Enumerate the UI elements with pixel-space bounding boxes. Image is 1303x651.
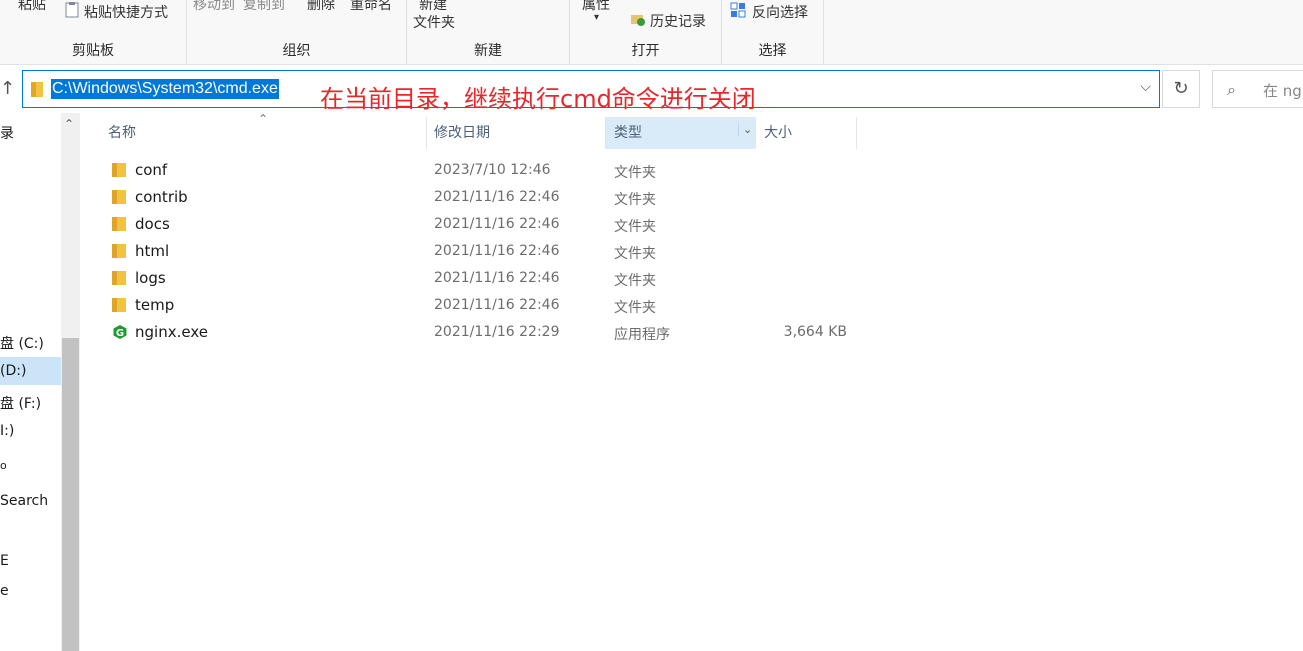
sort-ascending-icon: ⌃ <box>258 112 269 126</box>
search-input[interactable]: 在 ngi <box>1263 80 1303 101</box>
file-type: 应用程序 <box>614 327 670 343</box>
new-group-label: 新建 <box>474 43 502 59</box>
paste-button[interactable]: 粘贴 <box>18 0 46 14</box>
column-divider[interactable] <box>856 117 857 149</box>
file-type: 文件夹 <box>614 165 656 181</box>
column-divider[interactable] <box>605 117 606 149</box>
open-group: 属性 ▾ 历史记录 打开 <box>570 0 722 65</box>
select-group: 反向选择 选择 <box>722 0 824 65</box>
move-to-button[interactable]: 移动到 <box>193 0 235 14</box>
nav-item[interactable]: e <box>0 583 9 599</box>
file-date: 2021/11/16 22:46 <box>434 270 560 286</box>
file-row[interactable]: Gnginx.exe 2021/11/16 22:29 应用程序 3,664 KB <box>100 319 860 346</box>
file-name: nginx.exe <box>135 323 208 341</box>
column-header-name[interactable]: 名称 <box>108 117 136 149</box>
file-name: contrib <box>135 188 188 206</box>
file-row[interactable]: contrib 2021/11/16 22:46 文件夹 <box>100 184 860 211</box>
paste-shortcut-button[interactable]: 粘贴快捷方式 <box>84 2 168 22</box>
chevron-down-icon[interactable]: ⌄ <box>738 123 752 136</box>
file-date: 2021/11/16 22:29 <box>434 324 560 340</box>
folder-icon <box>112 243 126 259</box>
invert-selection-button[interactable]: 反向选择 <box>752 2 808 22</box>
new-group: 新建 文件夹 新建 <box>407 0 570 65</box>
column-divider[interactable] <box>426 117 427 149</box>
file-type: 文件夹 <box>614 273 656 289</box>
select-group-label: 选择 <box>758 43 787 59</box>
clipboard-group: 粘贴 粘贴快捷方式 剪贴板 <box>0 0 187 65</box>
chevron-down-icon[interactable]: ⌵ <box>1140 79 1151 95</box>
file-type: 文件夹 <box>614 192 656 208</box>
file-type: 文件夹 <box>614 300 656 316</box>
svg-text:G: G <box>116 328 124 339</box>
file-row[interactable]: logs 2021/11/16 22:46 文件夹 <box>100 265 860 292</box>
file-row[interactable]: docs 2021/11/16 22:46 文件夹 <box>100 211 860 238</box>
file-name: logs <box>135 269 166 287</box>
folder-icon <box>112 270 126 286</box>
address-path[interactable]: C:\Windows\System32\cmd.exe <box>51 79 279 99</box>
file-date: 2023/7/10 12:46 <box>434 162 551 178</box>
history-button[interactable]: 历史记录 <box>650 11 706 31</box>
new-folder-button-line2[interactable]: 文件夹 <box>413 12 455 32</box>
organize-group-label: 组织 <box>282 43 311 59</box>
file-name: conf <box>135 161 168 179</box>
file-type: 文件夹 <box>614 219 656 235</box>
file-row[interactable]: html 2021/11/16 22:46 文件夹 <box>100 238 860 265</box>
file-name: docs <box>135 215 170 233</box>
nav-item-drive[interactable]: I:) <box>0 423 14 439</box>
scrollbar-thumb[interactable] <box>62 338 79 651</box>
nav-item[interactable]: E <box>0 553 9 569</box>
nav-item-drive-f[interactable]: 盘 (F:) <box>0 393 41 413</box>
copy-to-button[interactable]: 复制到 <box>243 0 285 14</box>
refresh-icon[interactable]: ↻ <box>1162 70 1200 108</box>
file-type: 文件夹 <box>614 246 656 262</box>
file-date: 2021/11/16 22:46 <box>434 297 560 313</box>
file-date: 2021/11/16 22:46 <box>434 189 560 205</box>
invert-selection-icon <box>730 2 746 18</box>
column-header-date[interactable]: 修改日期 <box>434 117 490 149</box>
nginx-icon: G <box>112 324 127 340</box>
file-size: 3,664 KB <box>783 324 847 340</box>
search-icon: ⌕ <box>1227 80 1236 99</box>
nav-item-drive-d[interactable]: (D:) <box>0 363 26 379</box>
file-date: 2021/11/16 22:46 <box>434 243 560 259</box>
delete-button[interactable]: 删除 <box>307 0 335 14</box>
file-date: 2021/11/16 22:46 <box>434 216 560 232</box>
folder-icon <box>112 162 126 178</box>
open-group-label: 打开 <box>631 43 660 59</box>
file-name: html <box>135 242 170 260</box>
search-box[interactable]: ⌕ 在 ngi <box>1212 70 1303 108</box>
folder-icon <box>31 82 43 97</box>
up-arrow-icon[interactable]: ↑ <box>0 78 16 102</box>
nav-item-drive-c[interactable]: 盘 (C:) <box>0 333 44 353</box>
file-row[interactable]: temp 2021/11/16 22:46 文件夹 <box>100 292 860 319</box>
folder-icon <box>112 297 126 313</box>
clipboard-group-label: 剪贴板 <box>72 43 114 59</box>
folder-icon <box>112 189 126 205</box>
history-icon <box>630 11 646 27</box>
nav-item[interactable]: 录 <box>0 123 14 143</box>
column-header-type[interactable]: 类型 <box>614 117 642 149</box>
paste-shortcut-icon <box>64 2 80 18</box>
folder-icon <box>112 216 126 232</box>
column-header-size[interactable]: 大小 <box>764 117 792 149</box>
rename-button[interactable]: 重命名 <box>350 0 392 14</box>
scroll-up-icon[interactable]: ⌃ <box>64 117 74 131</box>
ribbon: 粘贴 粘贴快捷方式 剪贴板 移动到 复制到 删除 重命名 组织 新建 文件夹 新… <box>0 0 1303 65</box>
nav-item[interactable]: o <box>0 459 7 472</box>
organize-group: 移动到 复制到 删除 重命名 组织 <box>187 0 407 65</box>
nav-item-search[interactable]: Search <box>0 493 48 509</box>
file-row[interactable]: conf 2023/7/10 12:46 文件夹 <box>100 157 860 184</box>
file-name: temp <box>135 296 175 314</box>
annotation-text: 在当前目录，继续执行cmd命令进行关闭 <box>320 85 756 113</box>
properties-dropdown-icon[interactable]: ▾ <box>594 12 599 23</box>
nav-scrollbar[interactable]: ⌃ <box>61 113 80 651</box>
